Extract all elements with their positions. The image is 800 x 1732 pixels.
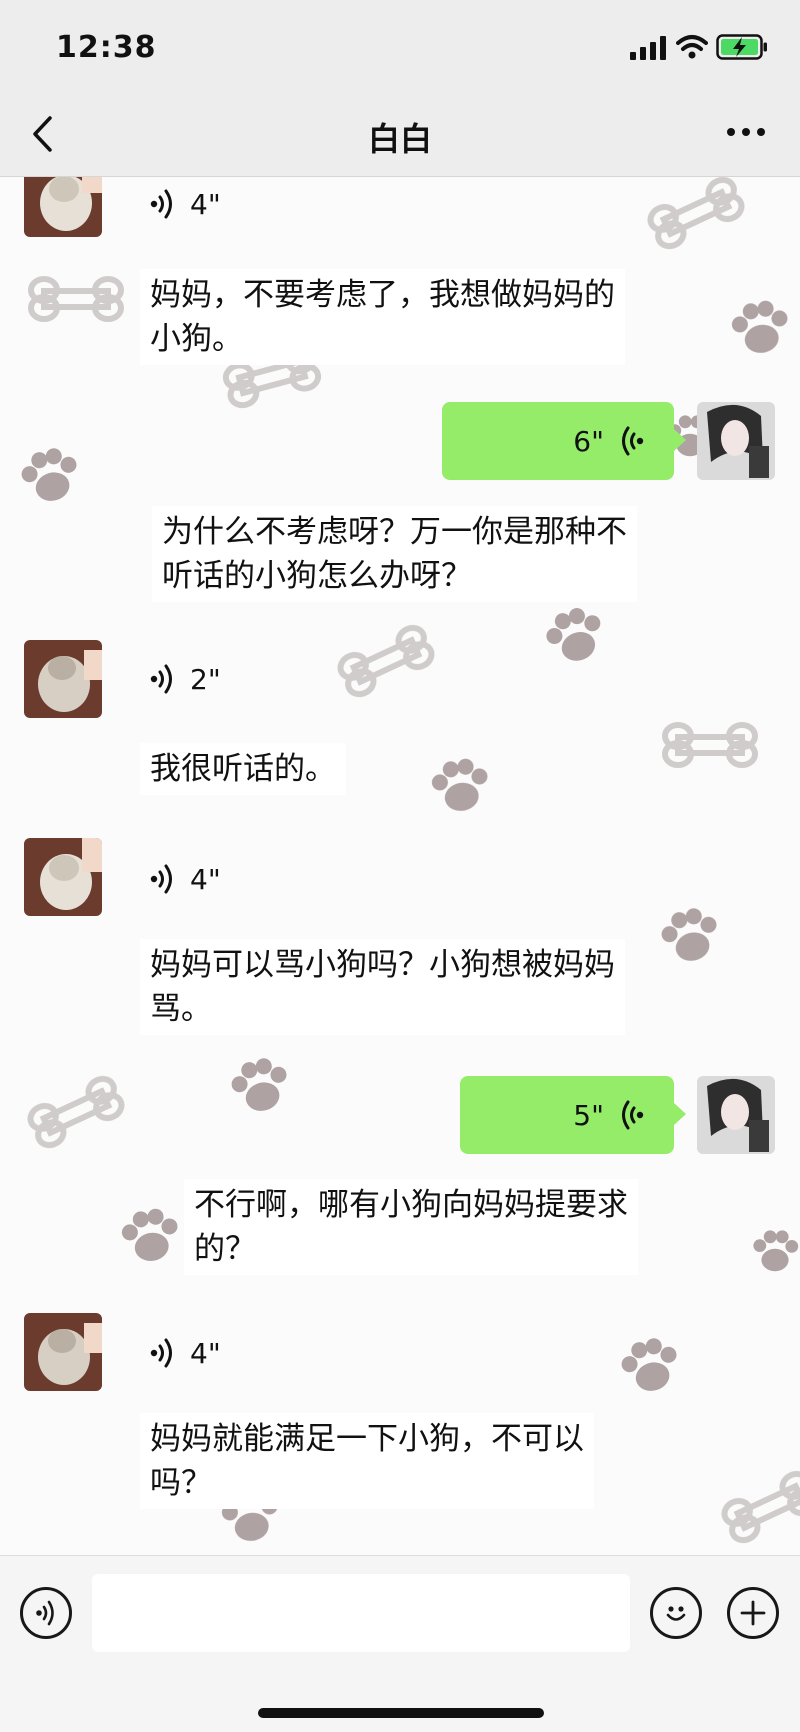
voice-duration: 2" (190, 662, 221, 696)
voice-input-button[interactable] (20, 1587, 72, 1639)
text-line: 吗？ (150, 1465, 212, 1501)
status-bar: 12:38 (0, 0, 800, 96)
message-input-bar (0, 1555, 800, 1732)
text-line: 不行啊，哪有小狗向妈妈提要求 (194, 1187, 628, 1223)
home-indicator[interactable] (258, 1708, 544, 1718)
text-line: 骂。 (150, 991, 212, 1027)
message-incoming-text[interactable]: 我很听话的。 (140, 743, 346, 795)
voice-wave-icon (150, 664, 172, 694)
message-incoming-text[interactable]: 为什么不考虑呀？万一你是那种不 听话的小狗怎么办呀？ (152, 506, 637, 602)
my-avatar[interactable] (697, 1076, 775, 1154)
text-line: 妈妈可以骂小狗吗？小狗想被妈妈 (150, 947, 615, 983)
text-line: 为什么不考虑呀？万一你是那种不 (162, 514, 627, 550)
message-outgoing-voice[interactable]: 5" (460, 1076, 686, 1154)
voice-duration: 5" (573, 1098, 604, 1132)
chat-wallpaper (16, 177, 800, 1555)
smiley-icon (666, 1606, 686, 1621)
chat-header: 白白 (0, 96, 800, 177)
voice-message[interactable]: 4" (150, 844, 221, 914)
voice-message[interactable]: 4" (150, 177, 221, 239)
emoji-button[interactable] (650, 1587, 702, 1639)
text-line: 的？ (194, 1231, 256, 1267)
wifi-icon (676, 35, 708, 59)
voice-duration: 4" (190, 862, 221, 896)
contact-avatar[interactable] (24, 1313, 102, 1391)
message-incoming-text[interactable]: 妈妈可以骂小狗吗？小狗想被妈妈 骂。 (140, 939, 625, 1035)
plus-icon (740, 1600, 766, 1626)
text-line: 我很听话的。 (150, 751, 336, 787)
message-incoming-text[interactable]: 妈妈，不要考虑了，我想做妈妈的 小狗。 (140, 269, 625, 365)
signal-icon (630, 36, 666, 60)
more-options-icon[interactable] (726, 122, 766, 142)
my-avatar[interactable] (697, 402, 775, 480)
chat-message-list[interactable]: 4" 妈妈，不要考虑了，我想做妈妈的 小狗。 6" 为什么不考虑呀？万一你是那种… (0, 177, 800, 1555)
voice-wave-icon (622, 426, 644, 456)
text-line: 妈妈，不要考虑了，我想做妈妈的 (150, 277, 615, 313)
voice-wave-icon (622, 1100, 644, 1130)
voice-message[interactable]: 4" (150, 1318, 221, 1388)
contact-avatar[interactable] (24, 640, 102, 718)
text-line: 妈妈就能满足一下小狗，不可以 (150, 1421, 584, 1457)
voice-wave-icon (150, 864, 172, 894)
message-outgoing-voice[interactable]: 6" (442, 402, 686, 480)
chat-title: 白白 (367, 120, 432, 158)
status-time: 12:38 (56, 30, 157, 65)
more-functions-button[interactable] (727, 1587, 779, 1639)
contact-avatar[interactable] (24, 177, 102, 237)
voice-wave-icon (150, 1338, 172, 1368)
text-line: 听话的小狗怎么办呀？ (162, 558, 472, 594)
battery-charging-icon (716, 34, 767, 60)
voice-duration: 4" (190, 187, 221, 221)
message-incoming-text[interactable]: 不行啊，哪有小狗向妈妈提要求 的？ (184, 1179, 638, 1275)
voice-wave-icon (36, 1600, 54, 1626)
text-line: 小狗。 (150, 321, 243, 357)
message-input[interactable] (92, 1574, 630, 1652)
voice-duration: 6" (573, 424, 604, 458)
voice-wave-icon (150, 189, 172, 219)
contact-avatar[interactable] (24, 838, 102, 916)
voice-message[interactable]: 2" (150, 644, 221, 714)
message-incoming-text[interactable]: 妈妈就能满足一下小狗，不可以 吗？ (140, 1413, 594, 1509)
voice-duration: 4" (190, 1336, 221, 1370)
